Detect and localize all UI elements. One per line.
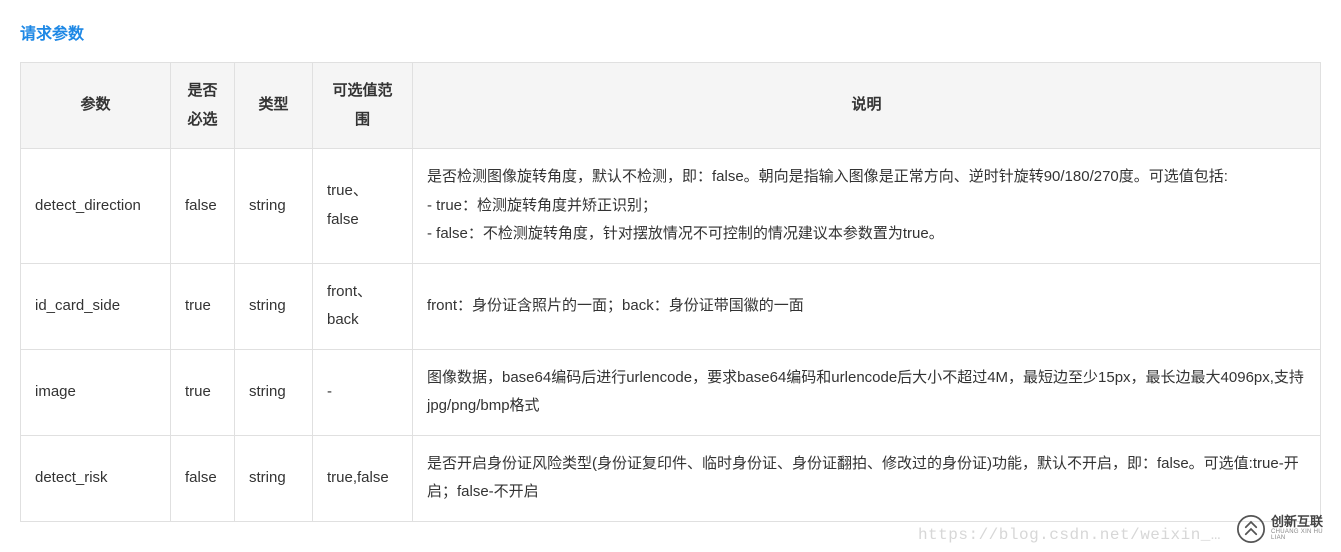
cell-type: string (235, 263, 313, 349)
header-range: 可选值范围 (313, 63, 413, 149)
cell-param: id_card_side (21, 263, 171, 349)
params-table: 参数 是否必选 类型 可选值范围 说明 detect_direction fal… (20, 62, 1321, 522)
table-row: detect_risk false string true,false 是否开启… (21, 435, 1321, 521)
watermark-logo-en: CHUANG XIN HU LIAN (1271, 529, 1329, 542)
cell-param: detect_direction (21, 149, 171, 264)
cell-type: string (235, 349, 313, 435)
header-desc: 说明 (413, 63, 1321, 149)
cell-param: image (21, 349, 171, 435)
cell-required: false (171, 435, 235, 521)
cell-range: true、false (313, 149, 413, 264)
cell-desc: 图像数据，base64编码后进行urlencode，要求base64编码和url… (413, 349, 1321, 435)
section-title: 请求参数 (20, 20, 1321, 44)
cell-type: string (235, 149, 313, 264)
cell-desc: front：身份证含照片的一面；back：身份证带国徽的一面 (413, 263, 1321, 349)
watermark-url: https://blog.csdn.net/weixin_… (918, 526, 1221, 544)
cell-required: false (171, 149, 235, 264)
cell-required: true (171, 349, 235, 435)
cell-desc: 是否开启身份证风险类型(身份证复印件、临时身份证、身份证翻拍、修改过的身份证)功… (413, 435, 1321, 521)
header-required: 是否必选 (171, 63, 235, 149)
header-type: 类型 (235, 63, 313, 149)
params-body: detect_direction false string true、false… (21, 149, 1321, 522)
header-param: 参数 (21, 63, 171, 149)
cell-range: - (313, 349, 413, 435)
params-header: 参数 是否必选 类型 可选值范围 说明 (21, 63, 1321, 149)
cell-type: string (235, 435, 313, 521)
table-row: image true string - 图像数据，base64编码后进行urle… (21, 349, 1321, 435)
cell-range: front、back (313, 263, 413, 349)
cell-required: true (171, 263, 235, 349)
table-row: detect_direction false string true、false… (21, 149, 1321, 264)
cell-param: detect_risk (21, 435, 171, 521)
table-row: id_card_side true string front、back fron… (21, 263, 1321, 349)
cell-range: true,false (313, 435, 413, 521)
table-header-row: 参数 是否必选 类型 可选值范围 说明 (21, 63, 1321, 149)
cell-desc: 是否检测图像旋转角度，默认不检测，即：false。朝向是指输入图像是正常方向、逆… (413, 149, 1321, 264)
